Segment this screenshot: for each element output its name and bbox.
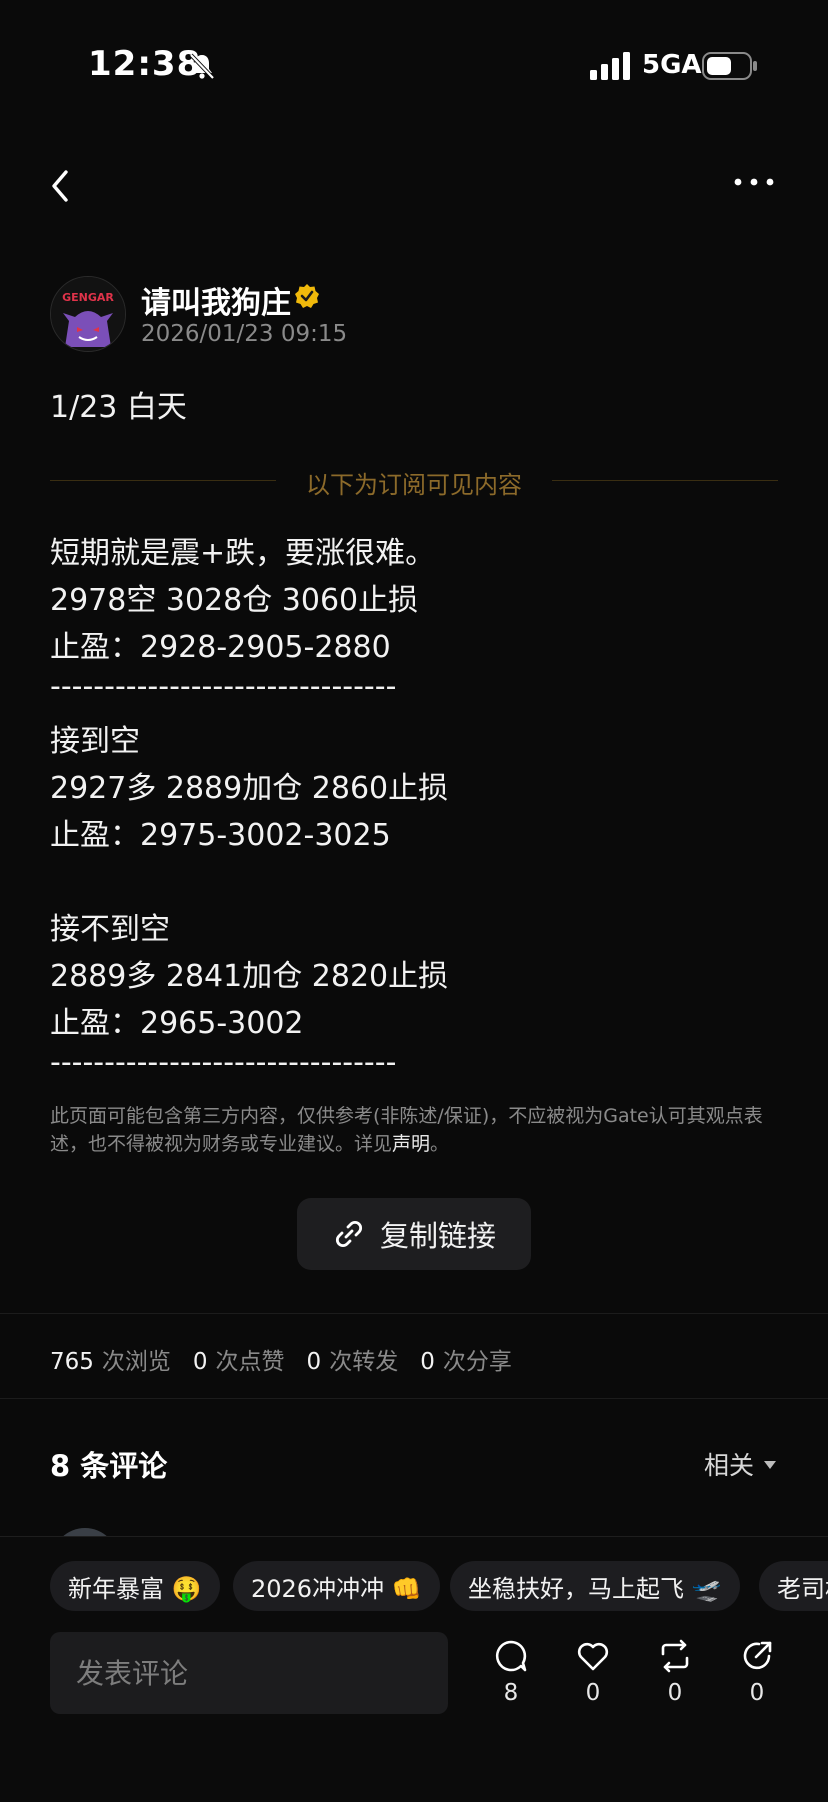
section-divider	[0, 1313, 828, 1314]
network-type: 5GA	[642, 50, 702, 80]
quick-reply-chip[interactable]: 新年暴富 🤑	[50, 1561, 220, 1611]
post-stats: 765 次浏览 0 次点赞 0 次转发 0 次分享	[50, 1342, 534, 1376]
comment-icon	[495, 1640, 527, 1672]
post-title: 1/23 白天	[50, 390, 187, 425]
reposts-count: 0	[306, 1349, 322, 1375]
post-line: --------------------------------	[50, 669, 397, 704]
author-name[interactable]: 请叫我狗庄	[141, 278, 291, 322]
shares-stat: 0 次分享	[420, 1342, 512, 1376]
signal-icon	[590, 52, 630, 80]
more-icon[interactable]	[734, 172, 774, 192]
like-count: 0	[585, 1680, 601, 1706]
battery-icon	[702, 52, 757, 80]
post-line: 2927多 2889加仓 2860止损	[50, 771, 449, 806]
quick-reply-chip[interactable]: 老司机	[759, 1561, 828, 1611]
post-line: 止盈：2965-3002	[50, 1006, 304, 1041]
post-line: 接到空	[50, 724, 140, 759]
bell-slash-icon	[189, 53, 215, 80]
views-count: 765	[50, 1349, 94, 1375]
sort-label: 相关	[704, 1451, 755, 1480]
shares-count: 0	[420, 1349, 435, 1375]
status-time: 12:38	[88, 44, 202, 84]
reposts-label: 次转发	[329, 1349, 399, 1375]
shares-label: 次分享	[442, 1349, 512, 1375]
quick-reply-chip[interactable]: 2026冲冲冲 👊	[233, 1561, 440, 1611]
views-label: 次浏览	[101, 1349, 171, 1375]
post-line: 止盈：2975-3002-3025	[50, 818, 391, 853]
likes-count: 0	[192, 1349, 208, 1375]
back-icon[interactable]	[46, 166, 76, 206]
comments-title: 8 条评论	[50, 1449, 168, 1483]
like-action[interactable]: 0	[563, 1638, 623, 1706]
post-line: --------------------------------	[50, 1045, 397, 1080]
comment-count: 8	[503, 1680, 519, 1706]
quick-reply-chip[interactable]: 坐稳扶好，马上起飞 🛫	[450, 1561, 740, 1611]
copy-link-label: 复制链接	[379, 1219, 496, 1253]
disclaimer: 此页面可能包含第三方内容，仅供参考(非陈述/保证)，不应被视为Gate认可其观点…	[50, 1102, 780, 1158]
divider-right	[552, 480, 778, 481]
section-divider	[0, 1398, 828, 1399]
heart-icon	[577, 1642, 609, 1671]
subscriber-notice: 以下为订阅可见内容	[306, 471, 522, 499]
share-action[interactable]: 0	[727, 1638, 787, 1706]
likes-label: 次点赞	[215, 1349, 285, 1375]
verified-icon	[295, 284, 319, 308]
share-count: 0	[749, 1680, 765, 1706]
likes-stat: 0 次点赞	[193, 1342, 285, 1376]
reposts-stat: 0 次转发	[307, 1342, 399, 1376]
disclaimer-end: 。	[430, 1133, 450, 1155]
comment-action[interactable]: 8	[481, 1638, 541, 1706]
post-line: 接不到空	[50, 912, 170, 947]
repost-icon	[661, 1639, 689, 1673]
share-icon	[743, 1641, 772, 1670]
disclaimer-link[interactable]: 声明	[392, 1133, 430, 1155]
gengar-avatar-image: GENGAR	[51, 277, 125, 351]
post-line: 短期就是震+跌，要涨很难。	[50, 536, 436, 571]
post-line: 止盈：2928-2905-2880	[50, 630, 391, 665]
repost-count: 0	[667, 1680, 683, 1706]
views-stat: 765 次浏览	[50, 1342, 171, 1376]
post-line: 2889多 2841加仓 2820止损	[50, 959, 449, 994]
avatar-logo-text: GENGAR	[62, 291, 114, 304]
post-timestamp: 2026/01/23 09:15	[141, 321, 348, 347]
repost-action[interactable]: 0	[645, 1638, 705, 1706]
post-line: 2978空 3028仓 3060止损	[50, 583, 419, 618]
comment-input[interactable]	[50, 1632, 448, 1714]
author-avatar[interactable]: GENGAR	[50, 276, 126, 352]
caret-down-icon	[764, 1461, 777, 1469]
link-icon	[335, 1220, 363, 1248]
sort-dropdown[interactable]: 相关	[704, 1446, 777, 1482]
copy-link-button[interactable]: 复制链接	[297, 1198, 531, 1270]
